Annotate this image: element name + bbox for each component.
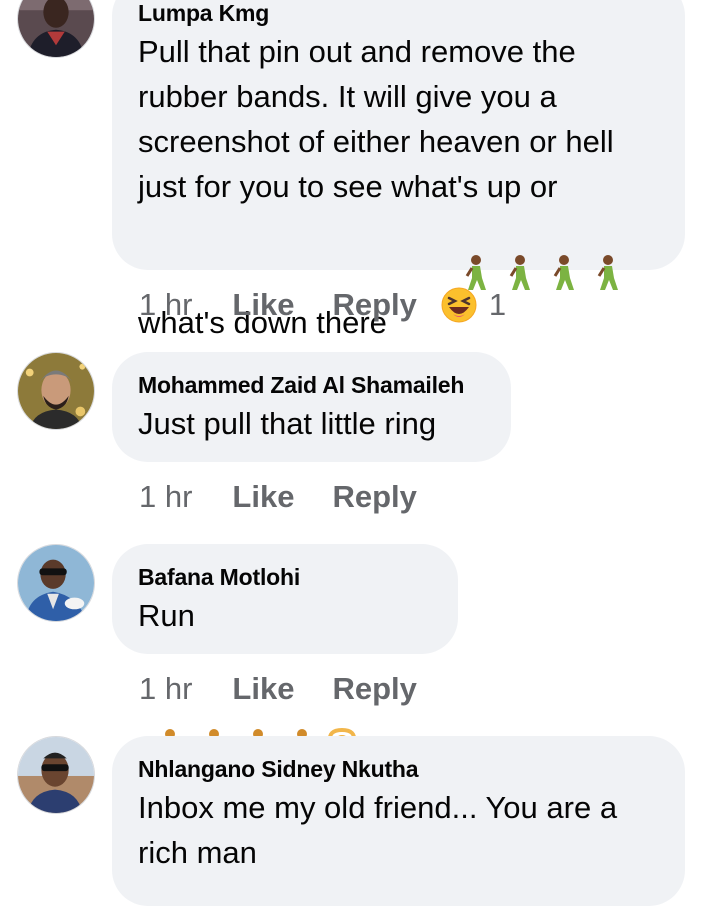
comment-body: Run xyxy=(138,598,195,633)
reply-button[interactable]: Reply xyxy=(332,287,416,323)
comment-time[interactable]: 1 hr xyxy=(139,287,192,323)
comment-time[interactable]: 1 hr xyxy=(139,671,192,707)
walking-emojis xyxy=(395,209,624,351)
reply-button[interactable]: Reply xyxy=(332,479,416,515)
comment-author[interactable]: Bafana Motlohi xyxy=(138,564,300,591)
laughing-squint-face-icon xyxy=(441,287,477,323)
profile-photo-icon xyxy=(18,0,94,57)
comment-bubble: Bafana Motlohi Run xyxy=(112,544,458,766)
avatar[interactable] xyxy=(17,544,95,622)
comment-time[interactable]: 1 hr xyxy=(139,479,192,515)
person-walking-icon xyxy=(553,255,574,290)
comment-author[interactable]: Mohammed Zaid Al Shamaileh xyxy=(138,372,464,399)
comment-bubble: Lumpa Kmg Pull that pin out and remove t… xyxy=(112,0,685,340)
avatar[interactable] xyxy=(17,352,95,430)
profile-photo-icon xyxy=(18,737,94,813)
comment-author[interactable]: Lumpa Kmg xyxy=(138,0,269,27)
profile-photo-icon xyxy=(18,545,94,621)
reaction-summary[interactable]: 1 xyxy=(441,287,506,323)
comment-text: Just pull that little ring xyxy=(138,406,437,441)
comment-actions: 1 hr Like Reply xyxy=(139,477,455,517)
comment-text: Inbox me my old friend... You are a rich… xyxy=(138,790,618,870)
comment-bubble: Nhlangano Sidney Nkutha Inbox me my old … xyxy=(112,736,685,906)
comment-author[interactable]: Nhlangano Sidney Nkutha xyxy=(138,756,419,783)
comment-actions: 1 hr Like Reply 1 xyxy=(139,285,506,325)
person-walking-icon xyxy=(509,255,530,290)
avatar[interactable] xyxy=(17,0,95,58)
like-button[interactable]: Like xyxy=(232,671,294,707)
avatar[interactable] xyxy=(17,736,95,814)
like-button[interactable]: Like xyxy=(232,479,294,515)
comment-bubble: Mohammed Zaid Al Shamaileh Just pull tha… xyxy=(112,352,511,462)
like-button[interactable]: Like xyxy=(232,287,294,323)
reply-button[interactable]: Reply xyxy=(332,671,416,707)
reaction-count: 1 xyxy=(488,287,507,322)
profile-photo-icon xyxy=(18,353,94,429)
comment-actions: 1 hr Like Reply xyxy=(139,669,455,709)
person-walking-icon xyxy=(597,255,618,290)
